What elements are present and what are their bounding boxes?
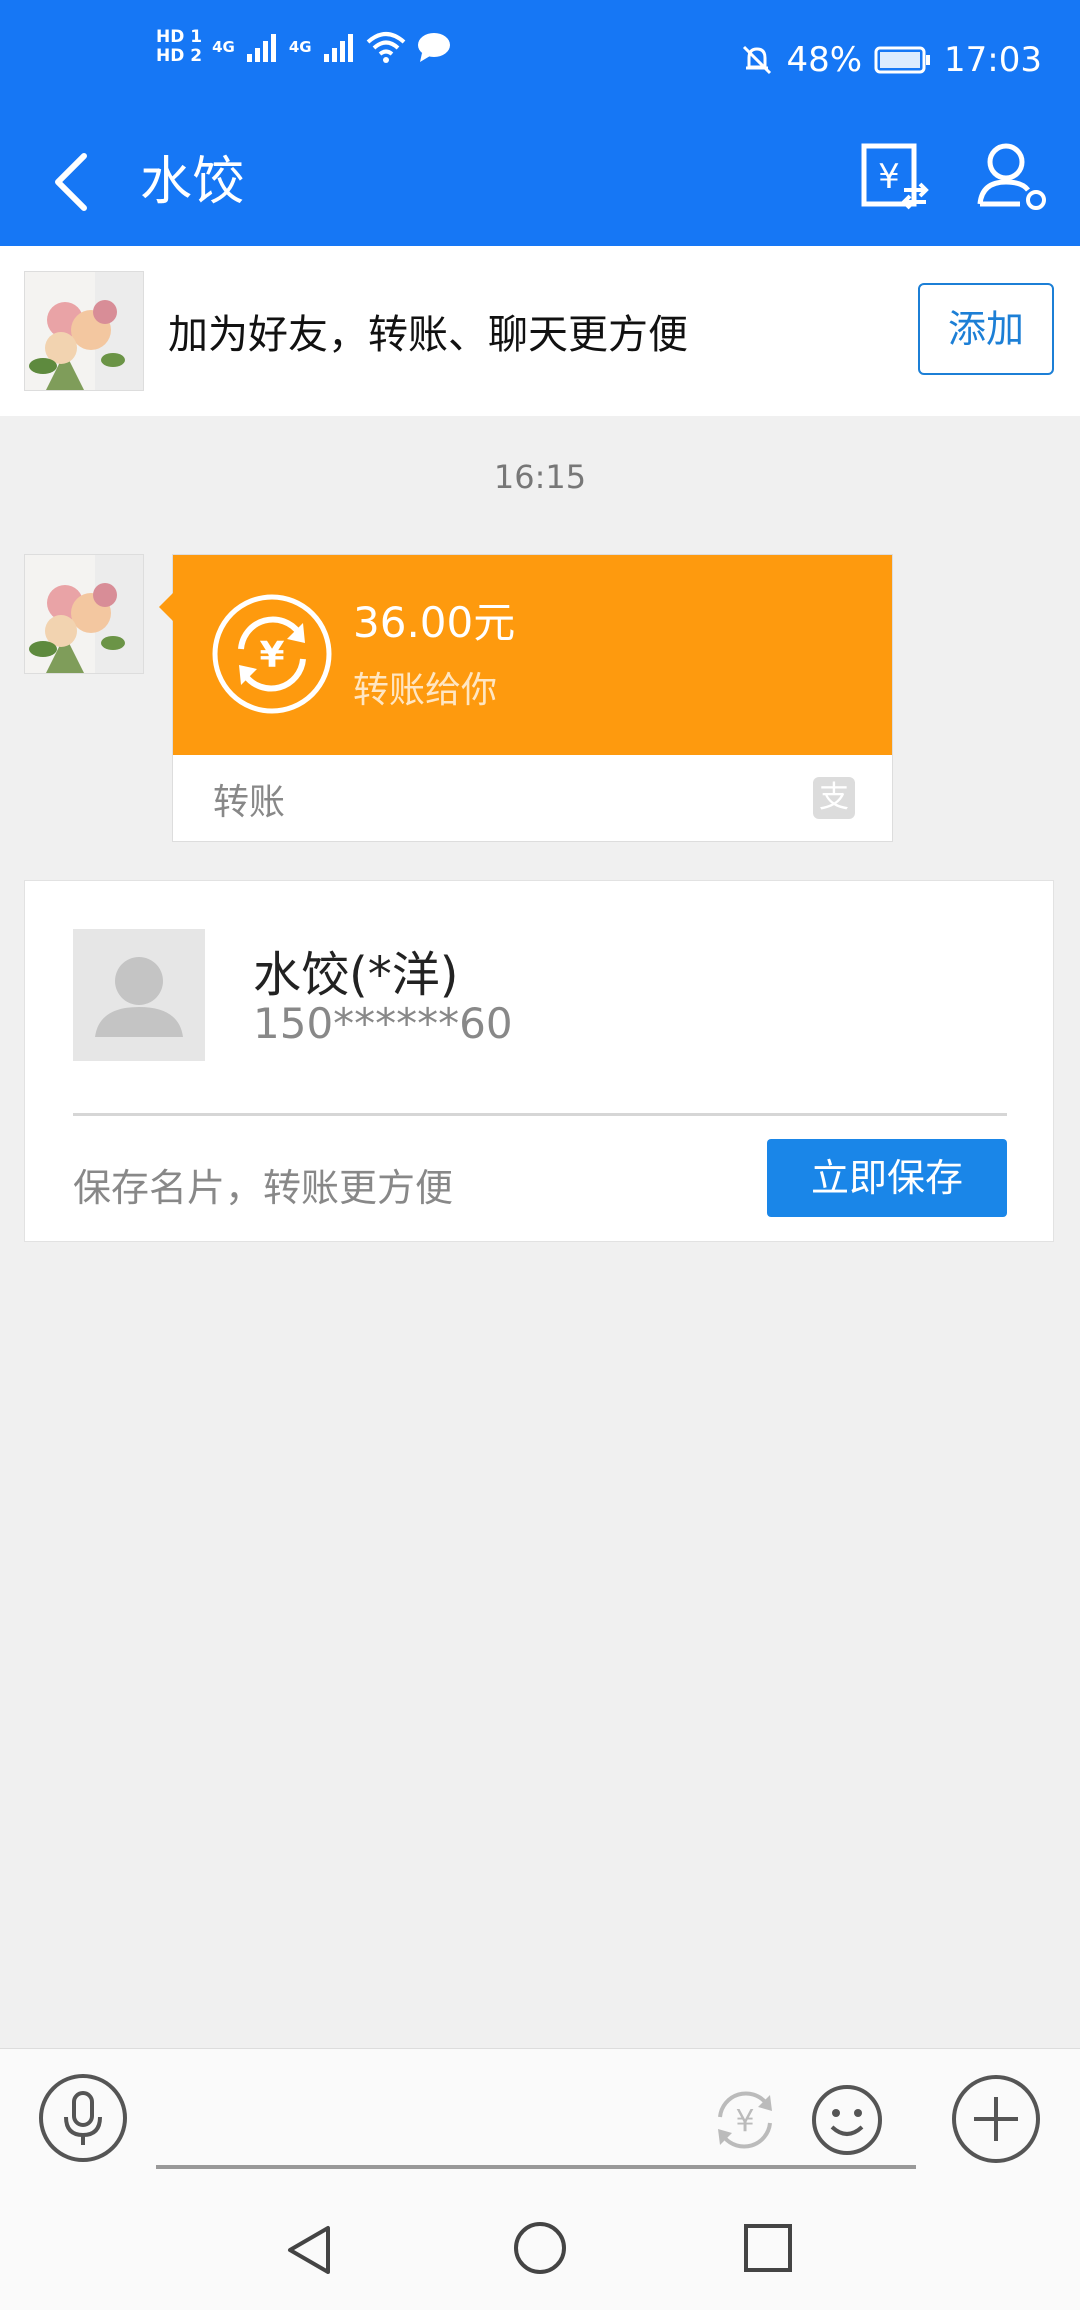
contact-phone: 150******60 <box>253 999 513 1048</box>
signal-icon-2 <box>323 34 353 62</box>
transfer-money-icon: ¥ <box>212 594 332 714</box>
wifi-icon <box>366 32 405 63</box>
chat-input-bar: ¥ <box>0 2048 1080 2193</box>
network-label-2: 4G <box>288 38 312 56</box>
nav-recent-apps-icon[interactable] <box>738 2218 798 2278</box>
back-arrow-icon[interactable] <box>34 142 114 222</box>
add-friend-banner: 加为好友，转账、聊天更方便 添加 <box>0 246 1080 416</box>
bubble-tail <box>159 593 173 621</box>
signal-icon <box>246 34 276 62</box>
hd1-label: HD 1 <box>156 27 203 47</box>
message-timestamp: 16:15 <box>493 458 587 496</box>
hd-indicators: HD 1 HD 2 <box>156 28 202 66</box>
transfer-description: 转账给你 <box>353 670 498 711</box>
battery-icon <box>874 46 931 74</box>
page-title: 水饺 <box>140 152 245 212</box>
status-right-group: 48% 17:03 <box>740 40 1042 80</box>
default-avatar <box>73 929 205 1061</box>
avatar[interactable] <box>24 271 144 391</box>
flower-avatar-image <box>25 555 143 673</box>
add-friend-button[interactable]: 添加 <box>918 283 1054 375</box>
transfer-card-top: ¥ 36.00元 转账给你 <box>173 555 892 755</box>
contact-name: 水饺(*洋) <box>253 947 459 1003</box>
flower-avatar-image <box>25 272 143 390</box>
person-silhouette-icon <box>95 957 183 1037</box>
app-header: HD 1 HD 2 4G 4G 48% 17:03 水饺 ¥ <box>0 0 1080 246</box>
transfer-shortcut-icon[interactable]: ¥ <box>708 2083 782 2157</box>
nav-bar: 水饺 ¥ <box>0 124 1080 246</box>
battery-percent: 48% <box>786 40 863 80</box>
emoji-icon[interactable] <box>810 2083 884 2157</box>
transfer-yuan-icon[interactable]: ¥ <box>856 138 932 214</box>
mute-bell-icon <box>743 45 772 75</box>
network-label-1: 4G <box>212 38 235 56</box>
nav-back-icon[interactable] <box>282 2220 342 2280</box>
transfer-amount: 36.00元 <box>353 598 516 647</box>
user-settings-icon[interactable] <box>974 138 1050 214</box>
clock: 17:03 <box>944 40 1042 80</box>
plus-icon[interactable] <box>950 2073 1042 2165</box>
nav-home-icon[interactable] <box>510 2218 570 2278</box>
alipay-icon: 支 <box>813 777 855 819</box>
save-contact-hint: 保存名片，转账更方便 <box>73 1166 454 1210</box>
message-input[interactable] <box>156 2165 916 2169</box>
status-left-group: HD 1 HD 2 4G 4G <box>156 28 452 66</box>
status-bar: HD 1 HD 2 4G 4G 48% 17:03 <box>0 0 1080 124</box>
microphone-icon[interactable] <box>38 2073 128 2163</box>
message-notification-icon <box>417 33 450 62</box>
sender-avatar[interactable] <box>24 554 144 674</box>
save-contact-button[interactable]: 立即保存 <box>767 1139 1007 1217</box>
svg-text:¥: ¥ <box>259 635 284 676</box>
system-nav-bar <box>0 2192 1080 2310</box>
hd2-label: HD 2 <box>156 46 203 66</box>
svg-text:¥: ¥ <box>878 157 900 197</box>
transfer-message-card[interactable]: ¥ 36.00元 转账给你 转账 支 <box>159 554 893 842</box>
add-friend-hint: 加为好友，转账、聊天更方便 <box>168 312 688 358</box>
contact-card: 水饺(*洋) 150******60 保存名片，转账更方便 立即保存 <box>24 880 1054 1242</box>
svg-text:¥: ¥ <box>735 2104 754 2139</box>
transfer-footer-label: 转账 <box>213 782 286 823</box>
divider <box>73 1113 1007 1116</box>
